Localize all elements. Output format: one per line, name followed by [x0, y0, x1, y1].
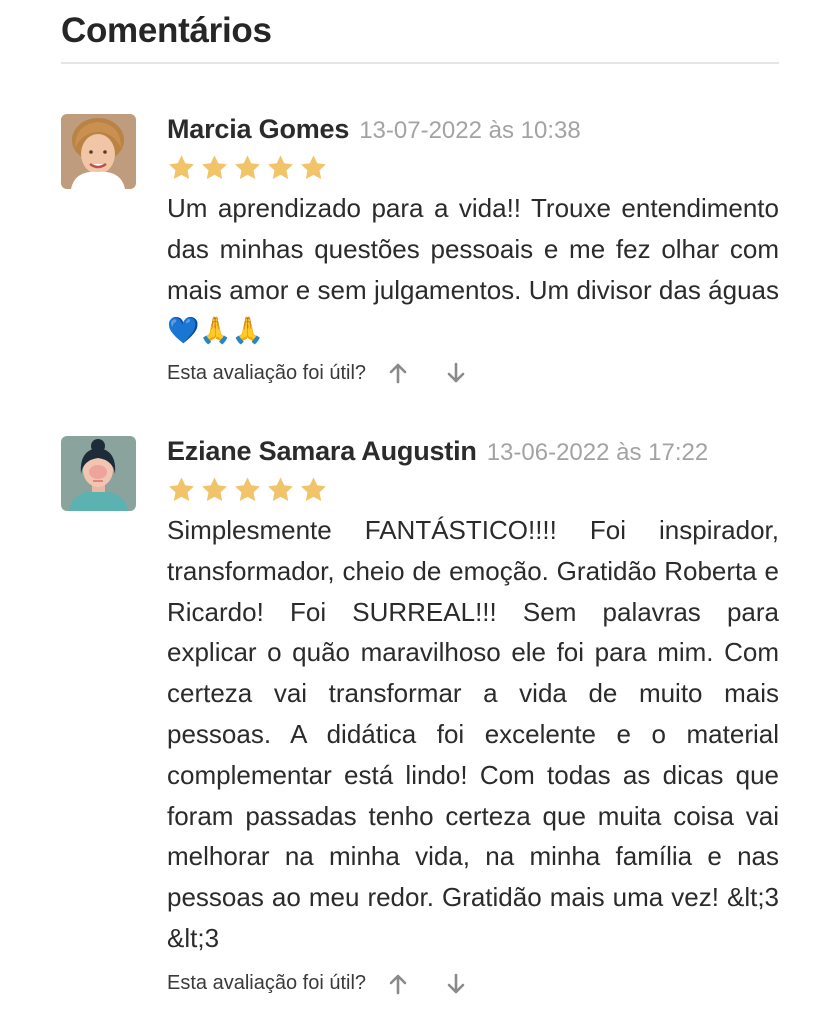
review-item: Marcia Gomes 13-07-2022 às 10:38 Um apren…: [61, 114, 779, 404]
comments-header: Comentários: [61, 8, 779, 64]
review-date: 13-07-2022 às 10:38: [359, 117, 581, 144]
helpful-label: Esta avaliação foi útil?: [167, 972, 367, 995]
star-icon: [233, 154, 262, 182]
avatar-photo: [61, 114, 136, 189]
star-icon: [200, 476, 229, 504]
arrow-up-icon[interactable]: [386, 972, 410, 996]
review-body: Um aprendizado para a vida!! Trouxe ente…: [167, 193, 779, 305]
avatar-illustration: [61, 436, 136, 511]
helpful-row: Esta avaliação foi útil?: [167, 969, 779, 999]
avatar: [61, 114, 136, 189]
arrow-down-icon[interactable]: [444, 361, 468, 385]
star-icon: [167, 154, 196, 182]
review-emoji: 💙🙏🙏: [167, 316, 265, 347]
helpful-label: Esta avaliação foi útil?: [167, 361, 367, 384]
review-text: Um aprendizado para a vida!! Trouxe ente…: [167, 188, 779, 352]
star-icon: [299, 476, 328, 504]
arrow-down-icon[interactable]: [444, 972, 468, 996]
page-title: Comentários: [61, 11, 272, 50]
review-author: Eziane Samara Augustin: [167, 436, 477, 466]
star-icon: [167, 476, 196, 504]
arrow-up-icon[interactable]: [386, 361, 410, 385]
star-icon: [266, 154, 295, 182]
review-item: Eziane Samara Augustin 13-06-2022 às 17:2…: [61, 436, 779, 1016]
star-icon: [266, 476, 295, 504]
avatar: [61, 436, 136, 511]
review-date: 13-06-2022 às 17:22: [486, 439, 709, 466]
star-rating: [167, 154, 779, 186]
review-author: Marcia Gomes: [167, 114, 350, 144]
review-text: Simplesmente FANTÁSTICO!!!! Foi inspirad…: [167, 515, 779, 953]
helpful-row: Esta avaliação foi útil?: [167, 358, 779, 388]
star-icon: [233, 476, 262, 504]
star-rating: [167, 476, 779, 508]
star-icon: [299, 154, 328, 182]
star-icon: [200, 154, 229, 182]
